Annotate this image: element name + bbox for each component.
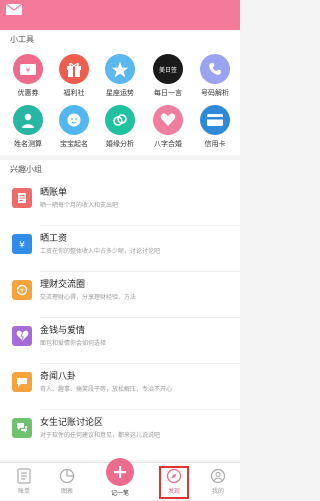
tool-daily-quote[interactable]: 美日签 每日一言 bbox=[144, 54, 192, 98]
tool-number-analysis[interactable]: 号码解析 bbox=[191, 54, 239, 98]
group-subtitle: 奇人、趣事、搞笑段子等，放松解压，专治不开心 bbox=[40, 386, 173, 393]
add-record-label: 记一笔 bbox=[110, 490, 129, 497]
group-title: 理财交流圈 bbox=[40, 280, 86, 290]
group-title: 晒工资 bbox=[40, 234, 68, 244]
coupon-icon: ¥ bbox=[13, 54, 43, 84]
tool-label: 号码解析 bbox=[201, 89, 229, 97]
tool-label: 婚缘分析 bbox=[106, 140, 134, 148]
discover-tab-highlight bbox=[159, 466, 189, 499]
tool-baby-name[interactable]: 宝宝起名 bbox=[50, 105, 98, 149]
bill-tab-icon bbox=[17, 468, 31, 484]
salary-icon: ¥ bbox=[12, 234, 32, 254]
tab-label: 我的 bbox=[211, 488, 224, 495]
tools-section: 小工具 ¥ 优惠券 福利社 星座运势 美日签 每日一言 号码解析 姓名测算 宝宝… bbox=[0, 31, 240, 155]
tool-label: 每日一言 bbox=[154, 89, 182, 97]
phone-icon bbox=[200, 54, 230, 84]
ring-icon bbox=[105, 105, 135, 135]
group-item-finance[interactable]: ¥ 理财交流圈 交流理财心得，分享理财经验、方法 bbox=[0, 272, 240, 318]
star-icon bbox=[105, 54, 135, 84]
broken-heart-icon bbox=[12, 326, 32, 346]
tool-label: 福利社 bbox=[63, 89, 85, 97]
group-item-money-love[interactable]: 金钱与爱情 面包和爱情你会如何选择 bbox=[0, 318, 240, 364]
profile-tab-icon bbox=[210, 468, 226, 484]
tab-label: 图表 bbox=[60, 488, 73, 495]
tab-label: 账单 bbox=[17, 488, 30, 495]
mail-icon[interactable] bbox=[6, 4, 22, 15]
bazi-icon bbox=[153, 105, 183, 135]
group-item-bill[interactable]: 晒账单 晒一晒每个月的收入和支出吧 bbox=[0, 180, 240, 226]
tool-horoscope[interactable]: 星座运势 bbox=[96, 54, 144, 98]
tool-label: 星座运势 bbox=[106, 89, 134, 97]
top-bar bbox=[0, 0, 240, 30]
group-subtitle: 面包和爱情你会如何选择 bbox=[40, 340, 107, 347]
tool-label: 姓名测算 bbox=[14, 140, 42, 148]
bill-icon bbox=[12, 188, 32, 208]
plus-icon bbox=[114, 466, 126, 478]
group-title: 金钱与爱情 bbox=[40, 326, 86, 336]
tools-title: 小工具 bbox=[10, 35, 34, 44]
svg-text:¥: ¥ bbox=[19, 241, 25, 251]
svg-text:¥: ¥ bbox=[26, 66, 31, 74]
tool-marriage-analysis[interactable]: 婚缘分析 bbox=[96, 105, 144, 149]
tool-bazi-match[interactable]: 八字合婚 bbox=[144, 105, 192, 149]
group-title: 奇闻八卦 bbox=[40, 372, 77, 382]
group-item-salary[interactable]: ¥ 晒工资 工资在你的整体收入中占多少呢，讨论讨论吧 bbox=[0, 226, 240, 272]
groups-title: 兴趣小组 bbox=[10, 165, 42, 174]
credit-card-icon bbox=[200, 105, 230, 135]
baby-icon bbox=[59, 105, 89, 135]
tab-chart[interactable]: 图表 bbox=[43, 463, 91, 501]
group-subtitle: 对于软件的任何建议和意见，都来这儿说说吧 bbox=[40, 432, 161, 439]
gift-icon bbox=[59, 54, 89, 84]
tool-label: 信用卡 bbox=[204, 140, 226, 148]
tool-label: 八字合婚 bbox=[154, 140, 182, 148]
tab-profile[interactable]: 我的 bbox=[194, 463, 242, 501]
group-title: 女生记账讨论区 bbox=[40, 418, 104, 428]
chat-icon bbox=[12, 372, 32, 392]
group-subtitle: 工资在你的整体收入中占多少呢，讨论讨论吧 bbox=[40, 248, 161, 255]
daily-quote-icon: 美日签 bbox=[153, 54, 183, 84]
tool-welfare[interactable]: 福利社 bbox=[50, 54, 98, 98]
add-record-button[interactable] bbox=[106, 458, 134, 486]
discussion-icon bbox=[12, 418, 32, 438]
group-item-gossip[interactable]: 奇闻八卦 奇人、趣事、搞笑段子等，放松解压，专治不开心 bbox=[0, 364, 240, 410]
interest-groups-section: 兴趣小组 晒账单 晒一晒每个月的收入和支出吧 ¥ 晒工资 工资在你的整体收入中占… bbox=[0, 160, 240, 460]
tab-bill[interactable]: 账单 bbox=[0, 463, 48, 501]
finance-icon: ¥ bbox=[12, 280, 32, 300]
tool-name-test[interactable]: 姓名测算 bbox=[4, 105, 52, 149]
group-subtitle: 晒一晒每个月的收入和支出吧 bbox=[40, 202, 119, 209]
tool-label: 优惠券 bbox=[17, 89, 39, 97]
svg-text:¥: ¥ bbox=[20, 287, 24, 294]
person-icon bbox=[13, 105, 43, 135]
tool-credit-card[interactable]: 信用卡 bbox=[191, 105, 239, 149]
group-subtitle: 交流理财心得，分享理财经验、方法 bbox=[40, 294, 137, 301]
group-item-discussion[interactable]: 女生记账讨论区 对于软件的任何建议和意见，都来这儿说说吧 bbox=[0, 410, 240, 456]
tool-coupon[interactable]: ¥ 优惠券 bbox=[4, 54, 52, 98]
chart-tab-icon bbox=[59, 468, 75, 484]
tool-label: 宝宝起名 bbox=[60, 140, 88, 148]
group-title: 晒账单 bbox=[40, 188, 68, 198]
